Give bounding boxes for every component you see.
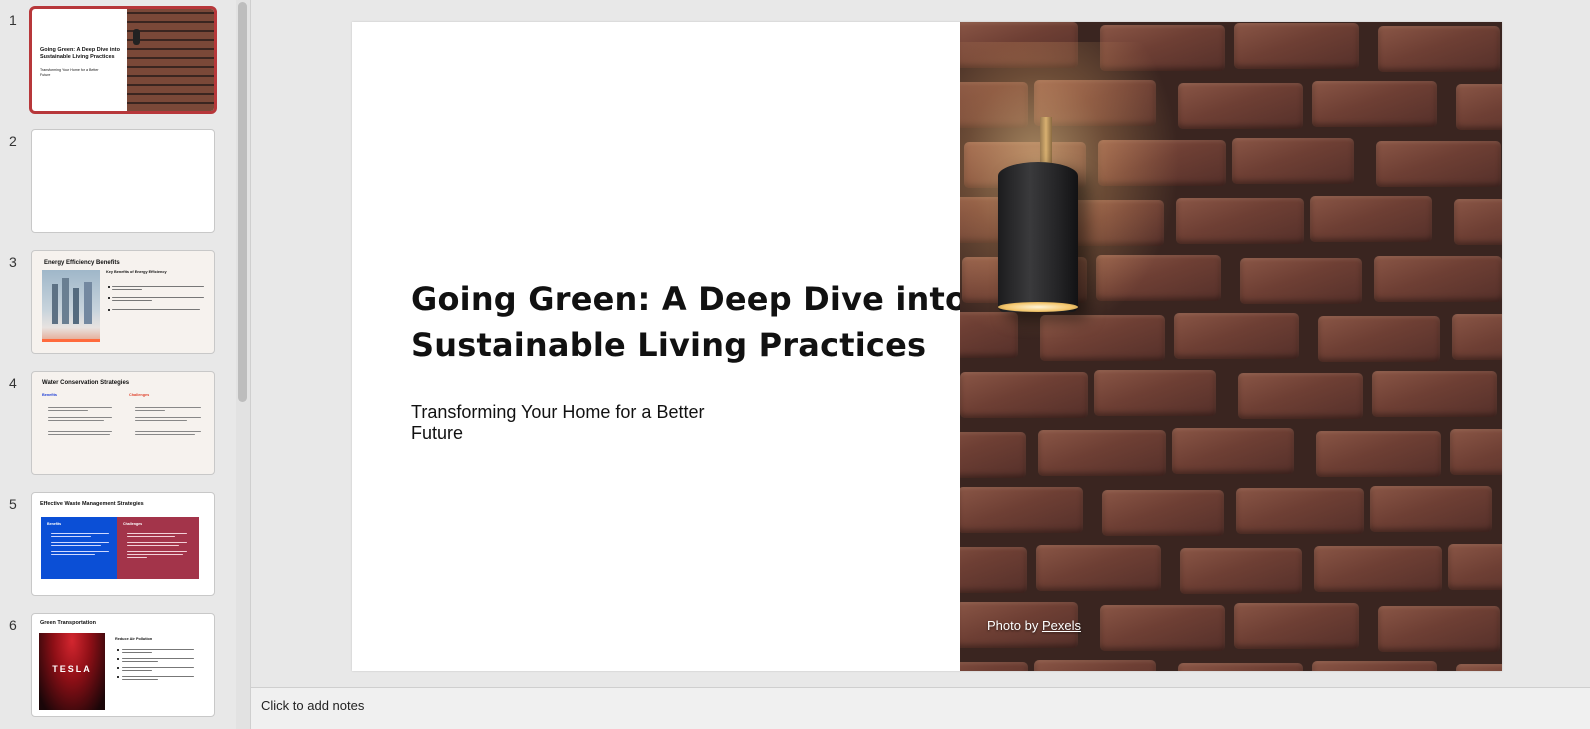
thumbnail-brick-photo: [127, 9, 214, 111]
brick: [1456, 84, 1502, 130]
brick: [1312, 81, 1437, 127]
thumbnail-heading: Key Benefits of Energy Efficiency: [106, 270, 167, 274]
slide-number: 2: [9, 133, 17, 149]
thumbnail-row-2: 2: [0, 129, 236, 233]
brick: [1316, 431, 1441, 477]
lamp-icon: [133, 29, 140, 45]
thumbnail-subtitle: Transforming Your Home for a Better Futu…: [40, 68, 99, 77]
brick: [1172, 428, 1294, 474]
lamp-mount: [1040, 117, 1052, 165]
brick: [1174, 313, 1299, 359]
thumbnail-brand-text: TESLA: [52, 664, 92, 674]
thumbnail-row-3: 3 Energy Efficiency Benefits Key Benefit…: [0, 250, 236, 354]
brick: [1452, 314, 1502, 360]
brick: [1236, 488, 1364, 534]
brick: [1314, 546, 1442, 592]
brick: [1238, 373, 1363, 419]
brick: [1456, 664, 1502, 671]
slide-thumbnail-1[interactable]: Going Green: A Deep Dive into Sustainabl…: [29, 6, 217, 114]
pexels-link[interactable]: Pexels: [1042, 618, 1081, 633]
slide-number: 4: [9, 375, 17, 391]
brick: [1234, 603, 1359, 649]
slide-thumbnail-6[interactable]: Green Transportation TESLA Reduce Air Po…: [31, 613, 215, 717]
thumbnail-heading: Reduce Air Pollution: [115, 637, 153, 641]
slide-title[interactable]: Going Green: A Deep Dive into Sustainabl…: [411, 276, 971, 368]
thumbnail-title: Energy Efficiency Benefits: [44, 260, 120, 266]
brick: [960, 547, 1027, 593]
thumbnail-title: Green Transportation: [40, 620, 96, 626]
thumbnail-benefits-panel: Benefits: [41, 517, 117, 579]
slide-number: 1: [9, 12, 17, 28]
brick: [960, 487, 1083, 533]
brick: [1450, 429, 1502, 475]
slide-thumbnail-panel: 1 Going Green: A Deep Dive into Sustaina…: [0, 0, 236, 729]
brick: [1372, 371, 1497, 417]
brick: [1102, 490, 1224, 536]
brick: [1448, 544, 1502, 590]
brick: [1318, 316, 1440, 362]
brick: [1310, 196, 1432, 242]
brick-wall-photo[interactable]: Photo by Pexels: [960, 22, 1502, 671]
brick: [1376, 141, 1501, 187]
photo-credit: Photo by Pexels: [987, 618, 1081, 633]
brick: [960, 662, 1028, 671]
brick: [1180, 548, 1302, 594]
brick: [1176, 198, 1304, 244]
slide-number: 3: [9, 254, 17, 270]
brick: [1100, 605, 1225, 651]
thumbnail-challenges-label: Challenges: [129, 393, 150, 397]
slide-number: 6: [9, 617, 17, 633]
brick: [1378, 26, 1500, 72]
brick: [960, 432, 1026, 478]
thumbnail-scrollbar-thumb[interactable]: [238, 2, 247, 402]
brick: [1038, 430, 1166, 476]
slide-thumbnail-3[interactable]: Energy Efficiency Benefits Key Benefits …: [31, 250, 215, 354]
brick: [1036, 545, 1161, 591]
thumbnail-row-4: 4 Water Conservation Strategies Benefits…: [0, 371, 236, 475]
slide-thumbnail-5[interactable]: Effective Waste Management Strategies Be…: [31, 492, 215, 596]
thumbnail-row-5: 5 Effective Waste Management Strategies …: [0, 492, 236, 596]
speaker-notes-pane[interactable]: Click to add notes: [251, 688, 1590, 729]
thumbnail-row-1: 1 Going Green: A Deep Dive into Sustaina…: [0, 6, 236, 114]
brick: [1178, 663, 1303, 671]
brick: [1240, 258, 1362, 304]
panel-divider[interactable]: [250, 0, 251, 729]
thumbnail-row-6: 6 Green Transportation TESLA Reduce Air …: [0, 613, 236, 717]
brick: [960, 372, 1088, 418]
slide-thumbnail-4[interactable]: Water Conservation Strategies Benefits C…: [31, 371, 215, 475]
thumbnail-title: Going Green: A Deep Dive into Sustainabl…: [40, 47, 120, 60]
thumbnail-title: Water Conservation Strategies: [42, 380, 130, 386]
brick: [1232, 138, 1354, 184]
brick: [1178, 83, 1303, 129]
brick: [1374, 256, 1502, 302]
slide-thumbnail-2[interactable]: [31, 129, 215, 233]
brick: [1234, 23, 1359, 69]
notes-placeholder[interactable]: Click to add notes: [261, 698, 364, 713]
wall-lamp-icon: [998, 162, 1078, 312]
presentation-editor: 1 Going Green: A Deep Dive into Sustaina…: [0, 0, 1590, 729]
thumbnail-city-photo: [42, 270, 100, 342]
brick: [1370, 486, 1492, 532]
brick: [1312, 661, 1437, 671]
thumbnail-tesla-photo: TESLA: [39, 633, 105, 710]
slide-canvas[interactable]: Going Green: A Deep Dive into Sustainabl…: [352, 22, 1502, 671]
lamp-light: [998, 302, 1078, 312]
photo-credit-prefix: Photo by: [987, 618, 1042, 633]
brick: [1378, 606, 1500, 652]
thumbnail-title: Effective Waste Management Strategies: [40, 501, 144, 507]
brick: [1034, 660, 1156, 671]
thumbnail-challenges-panel: Challenges: [117, 517, 199, 579]
brick: [1454, 199, 1502, 245]
brick: [1094, 370, 1216, 416]
thumbnail-benefits-label: Benefits: [42, 393, 57, 397]
slide-subtitle[interactable]: Transforming Your Home for a Better Futu…: [411, 402, 741, 444]
slide-number: 5: [9, 496, 17, 512]
